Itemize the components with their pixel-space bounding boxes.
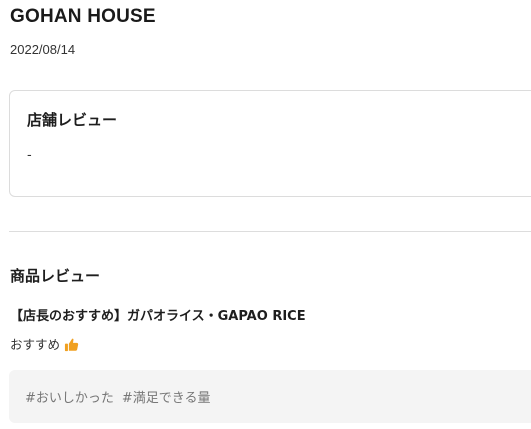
tags-box: #おいしかった #満足できる量 [9,370,531,423]
tag-item: #満足できる量 [121,391,211,406]
review-date: 2022/08/14 [10,42,76,57]
tag-list: #おいしかった #満足できる量 [25,387,211,406]
shop-review-title: 店舗レビュー [27,111,118,129]
shop-review-body: - [27,148,32,163]
section-divider [9,231,531,232]
thumbs-up-icon [64,337,79,352]
shop-review-card: 店舗レビュー - [9,90,531,197]
tag-item: #おいしかった [25,391,114,406]
review-page: GOHAN HOUSE 2022/08/14 店舗レビュー - 商品レビュー 【… [0,0,531,429]
product-name[interactable]: 【店長のおすすめ】ガパオライス・GAPAO RICE [10,305,306,324]
shop-name[interactable]: GOHAN HOUSE [10,6,156,28]
recommend-row: おすすめ [10,334,79,353]
recommend-label: おすすめ [10,337,61,352]
product-review-title: 商品レビュー [10,267,101,285]
